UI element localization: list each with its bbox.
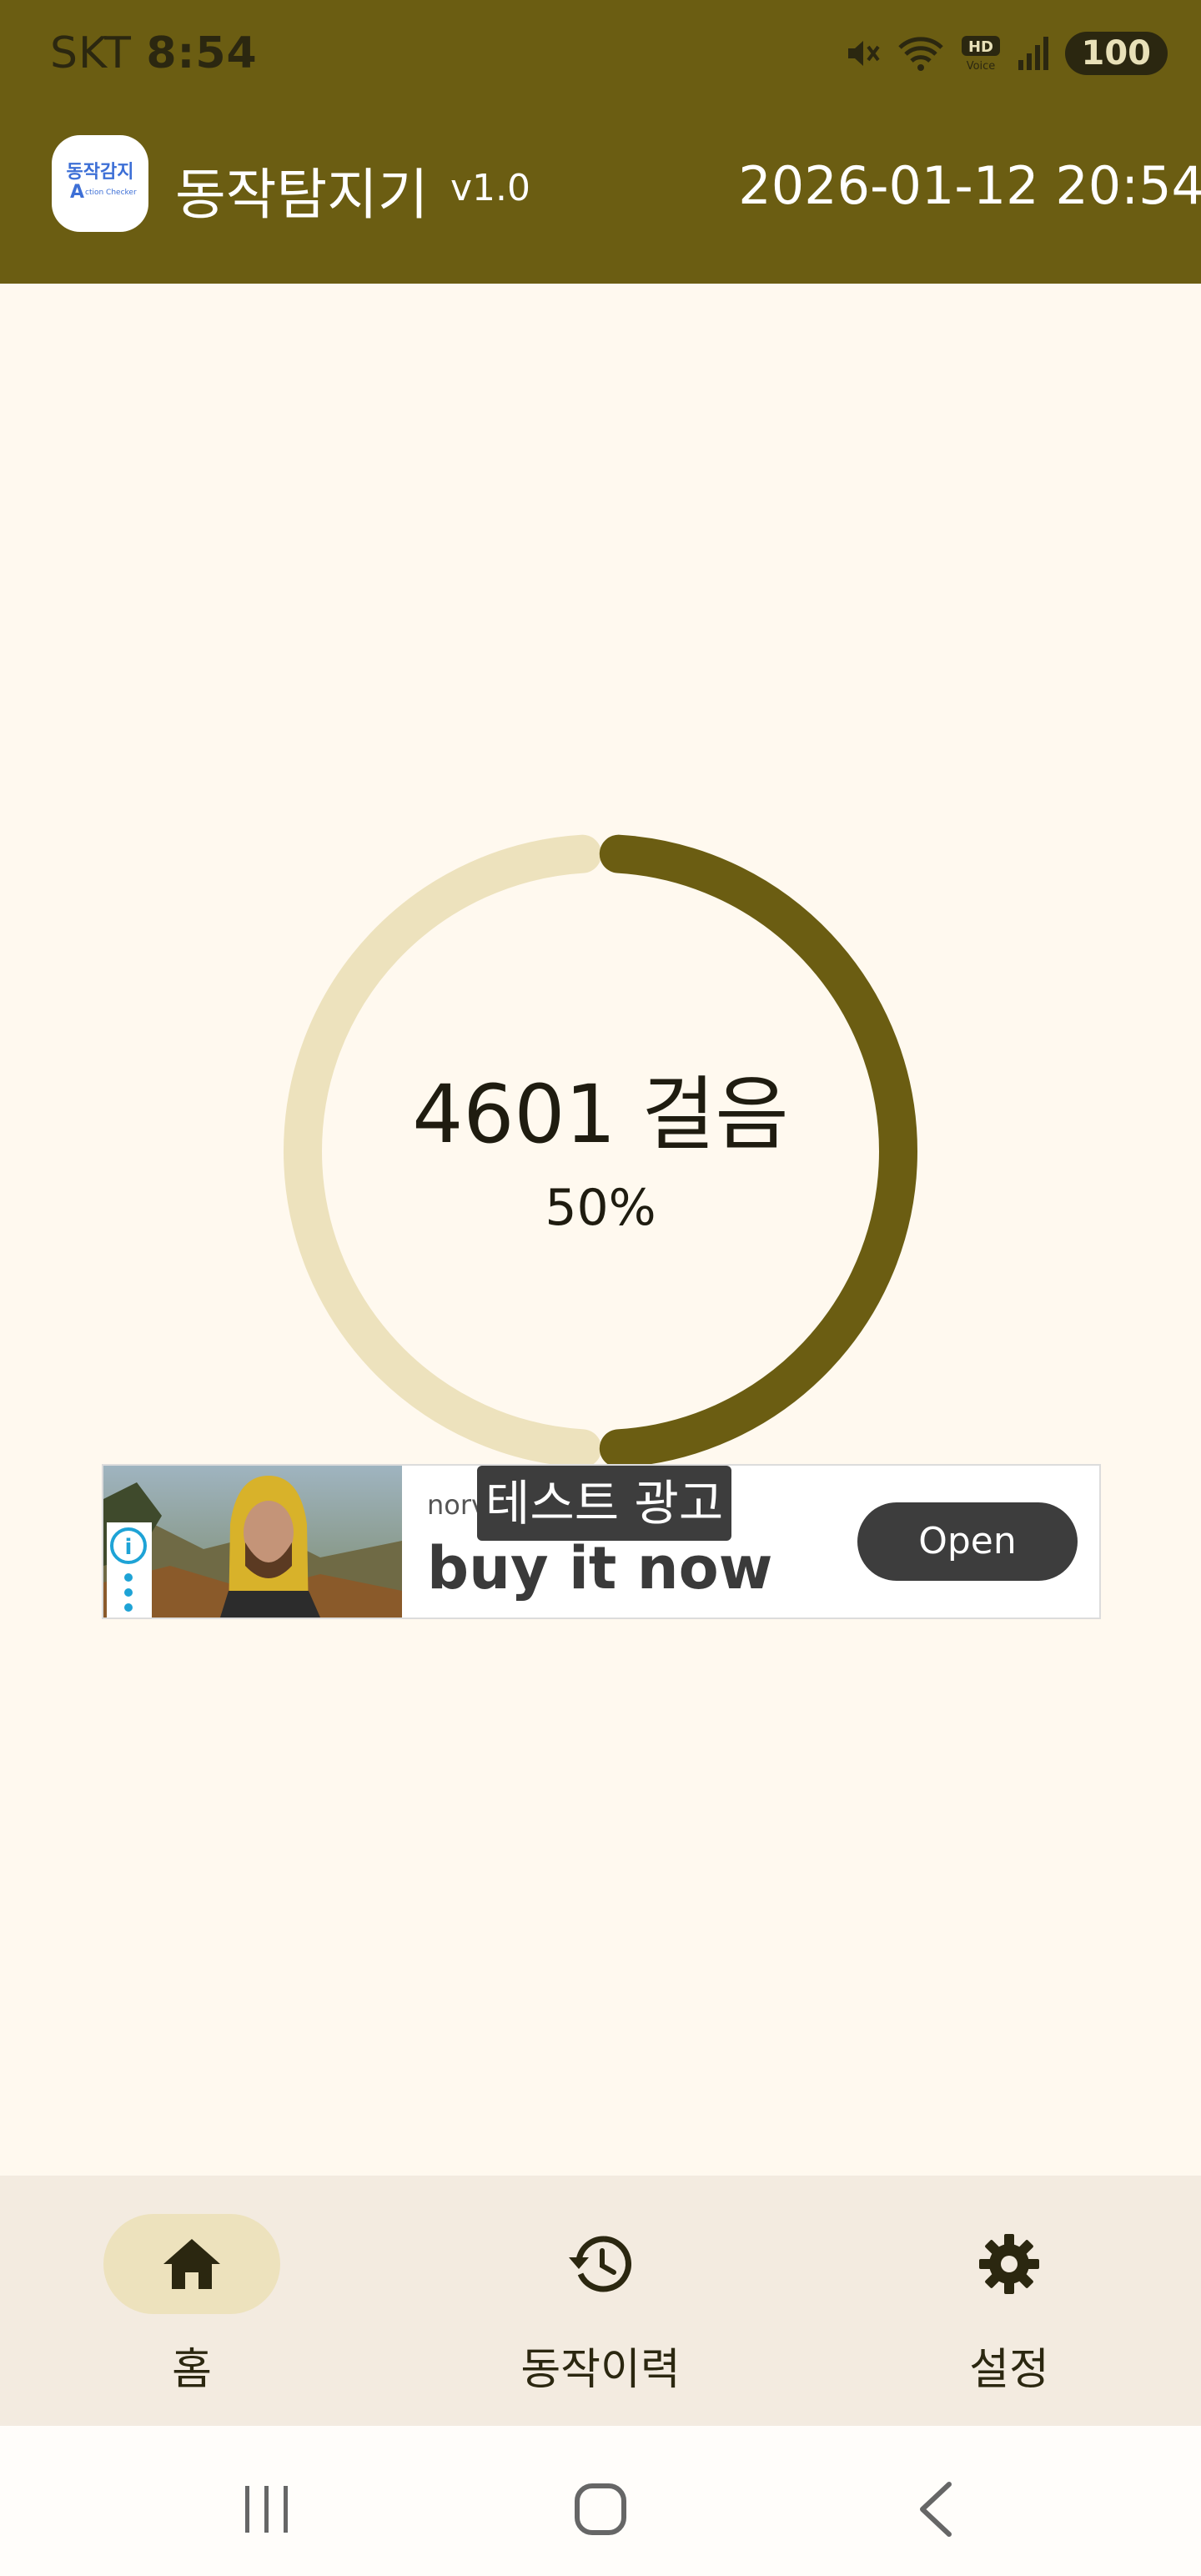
status-icons: HD Voice 100	[845, 28, 1168, 78]
signal-icon	[1018, 37, 1048, 70]
step-count: 4601 걸음	[412, 1067, 789, 1161]
step-percent: 50%	[545, 1178, 656, 1237]
ad-info-strip[interactable]: i	[107, 1522, 152, 1618]
nav-label-home: 홈	[172, 2345, 212, 2395]
mute-icon	[847, 41, 880, 66]
hd-voice-icon: HD Voice	[961, 36, 1000, 73]
status-time: 8:54	[146, 28, 258, 78]
nav-label-settings: 설정	[969, 2345, 1049, 2395]
step-progress-ring: 4601 걸음 50%	[284, 834, 917, 1468]
nav-label-history: 동작이력	[520, 2345, 681, 2395]
progress-ring-text: 4601 걸음 50%	[284, 834, 917, 1468]
back-icon[interactable]	[902, 2476, 969, 2543]
carrier-name: SKT	[50, 28, 132, 78]
app-title: 동작탐지기	[175, 163, 429, 227]
recent-apps-icon[interactable]	[234, 2476, 300, 2543]
nav-item-settings[interactable]: 설정	[842, 2209, 1176, 2401]
nav-item-history[interactable]: 동작이력	[434, 2209, 767, 2401]
app-version: v1.0	[450, 167, 531, 209]
svg-text:HD: HD	[967, 38, 992, 56]
nav-item-home[interactable]: 홈	[25, 2209, 359, 2401]
system-nav-bar	[0, 2426, 1201, 2576]
ad-test-label: 테스트 광고	[477, 1466, 732, 1541]
logo-text-line3: ction Checker	[85, 189, 137, 197]
status-carrier-time: SKT 8:54	[50, 28, 258, 78]
ad-open-button[interactable]: Open	[857, 1502, 1078, 1581]
history-icon	[569, 2236, 631, 2292]
app-header: 동작감지 A ction Checker 동작탐지기 v1.0 2026-01-…	[0, 108, 1201, 284]
logo-text-line2: A	[70, 182, 85, 203]
gear-icon	[979, 2234, 1039, 2294]
ad-headline[interactable]: buy it now	[427, 1534, 772, 1602]
wifi-icon	[897, 37, 943, 71]
svg-text:i: i	[125, 1535, 133, 1560]
home-circle-icon[interactable]	[567, 2476, 634, 2543]
battery-indicator: 100	[1064, 32, 1168, 75]
home-icon	[163, 2239, 220, 2289]
app-logo: 동작감지 A ction Checker	[52, 135, 148, 232]
bottom-nav: 홈 동작이력 설정	[0, 2176, 1201, 2426]
logo-text-line1: 동작감지	[66, 162, 134, 183]
header-datetime: 2026-01-12 20:54	[738, 155, 1201, 216]
screen: SKT 8:54 HD Voice 100 동작감지 A ction Check…	[0, 0, 1201, 2576]
ad-image[interactable]: i	[103, 1466, 402, 1618]
top-app-bar: SKT 8:54 HD Voice 100 동작감지 A ction Check…	[0, 0, 1201, 284]
ad-banner[interactable]: i norv buy it now 테스트 광고 Open	[102, 1464, 1101, 1619]
svg-text:Voice: Voice	[966, 60, 995, 73]
status-bar: SKT 8:54 HD Voice 100	[0, 0, 1201, 108]
